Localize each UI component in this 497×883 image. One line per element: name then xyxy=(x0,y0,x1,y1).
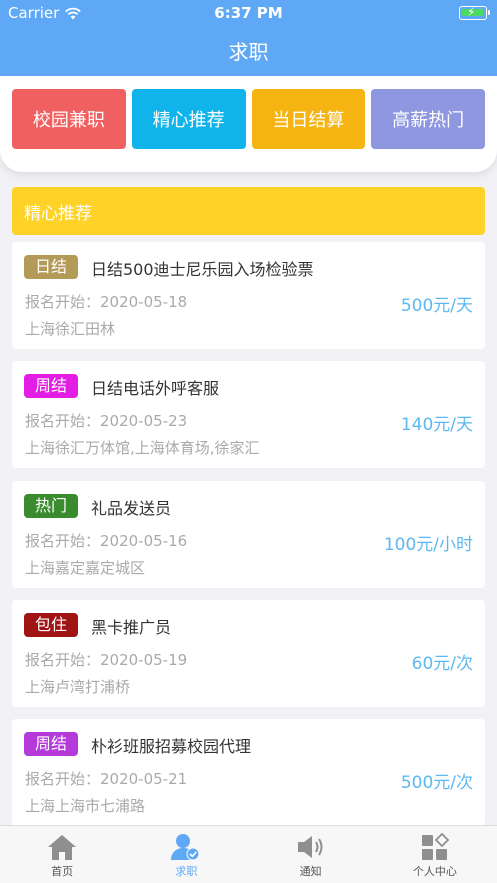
tab-label: 通知 xyxy=(299,865,322,878)
tab-label: 首页 xyxy=(51,865,74,878)
category-buttons: 校园兼职 精心推荐 当日结算 高薪热门 xyxy=(12,89,485,149)
category-button-campus-part-time[interactable]: 校园兼职 xyxy=(12,89,126,149)
tab-job-seek[interactable]: 求职 xyxy=(124,826,248,883)
page-title: 求职 xyxy=(228,40,269,64)
tab-label: 个人中心 xyxy=(412,865,457,878)
job-location: 上海卢湾打浦桥 xyxy=(25,678,131,696)
grid-profile-icon xyxy=(421,833,450,860)
job-date: 报名开始：2020-05-21 xyxy=(25,770,188,788)
job-card[interactable]: 热门 礼品发送员 报名开始：2020-05-16 上海嘉定嘉定城区 100元/小… xyxy=(12,481,485,588)
job-title: 礼品发送员 xyxy=(91,499,172,518)
job-tag: 热门 xyxy=(24,494,78,518)
category-button-recommended[interactable]: 精心推荐 xyxy=(131,89,246,149)
battery-icon: ⚡ xyxy=(459,5,490,20)
status-time: 6:37 PM xyxy=(214,4,283,22)
job-date: 报名开始：2020-05-19 xyxy=(25,651,188,669)
job-location: 上海徐汇田林 xyxy=(25,320,116,338)
tab-label: 求职 xyxy=(175,865,198,878)
home-icon xyxy=(48,835,77,860)
category-button-high-pay[interactable]: 高薪热门 xyxy=(371,89,485,149)
status-bar: Carrier 6:37 PM ⚡ xyxy=(0,0,497,26)
tab-notifications[interactable]: 通知 xyxy=(249,826,373,883)
job-card[interactable]: 包住 黑卡推广员 报名开始：2020-05-19 上海卢湾打浦桥 60元/次 xyxy=(12,600,485,707)
tab-bar: 首页 求职 通知 个人中心 xyxy=(0,825,497,883)
job-price: 100元/小时 xyxy=(383,535,473,555)
job-location: 上海上海市七浦路 xyxy=(25,797,146,815)
job-tag: 周结 xyxy=(24,732,78,756)
job-card[interactable]: 周结 朴衫班服招募校园代理 报名开始：2020-05-21 上海上海市七浦路 5… xyxy=(12,719,485,826)
job-title: 日结500迪士尼乐园入场检验票 xyxy=(91,260,314,279)
recommended-section: 精心推荐 xyxy=(12,187,485,235)
job-location: 上海嘉定嘉定城区 xyxy=(25,559,146,577)
job-tag: 周结 xyxy=(24,374,78,398)
job-title: 日结电话外呼客服 xyxy=(91,379,220,398)
job-date: 报名开始：2020-05-16 xyxy=(25,532,188,550)
job-location: 上海徐汇万体馆,上海体育场,徐家汇 xyxy=(25,439,260,457)
job-price: 500元/天 xyxy=(400,296,473,316)
category-button-daily-pay[interactable]: 当日结算 xyxy=(251,89,366,149)
tab-home[interactable]: 首页 xyxy=(0,826,124,883)
job-price: 140元/天 xyxy=(400,415,473,435)
job-seek-icon xyxy=(171,834,200,861)
header-area: Carrier 6:37 PM ⚡ 求职 校园兼职 精心推荐 当日结算 高薪热门 xyxy=(0,0,497,195)
section-header: 精心推荐 xyxy=(12,187,485,235)
job-price: 60元/次 xyxy=(411,654,473,674)
tab-profile[interactable]: 个人中心 xyxy=(373,826,497,883)
job-date: 报名开始：2020-05-23 xyxy=(25,412,188,430)
job-card[interactable]: 日结 日结500迪士尼乐园入场检验票 报名开始：2020-05-18 上海徐汇田… xyxy=(12,242,485,349)
job-tag: 包住 xyxy=(24,613,78,637)
speaker-icon xyxy=(297,836,323,858)
job-tag: 日结 xyxy=(24,255,78,279)
job-price: 500元/次 xyxy=(400,773,473,793)
job-card[interactable]: 周结 日结电话外呼客服 报名开始：2020-05-23 上海徐汇万体馆,上海体育… xyxy=(12,361,485,468)
job-title: 黑卡推广员 xyxy=(91,618,172,637)
job-title: 朴衫班服招募校园代理 xyxy=(91,737,252,756)
job-date: 报名开始：2020-05-18 xyxy=(25,293,188,311)
